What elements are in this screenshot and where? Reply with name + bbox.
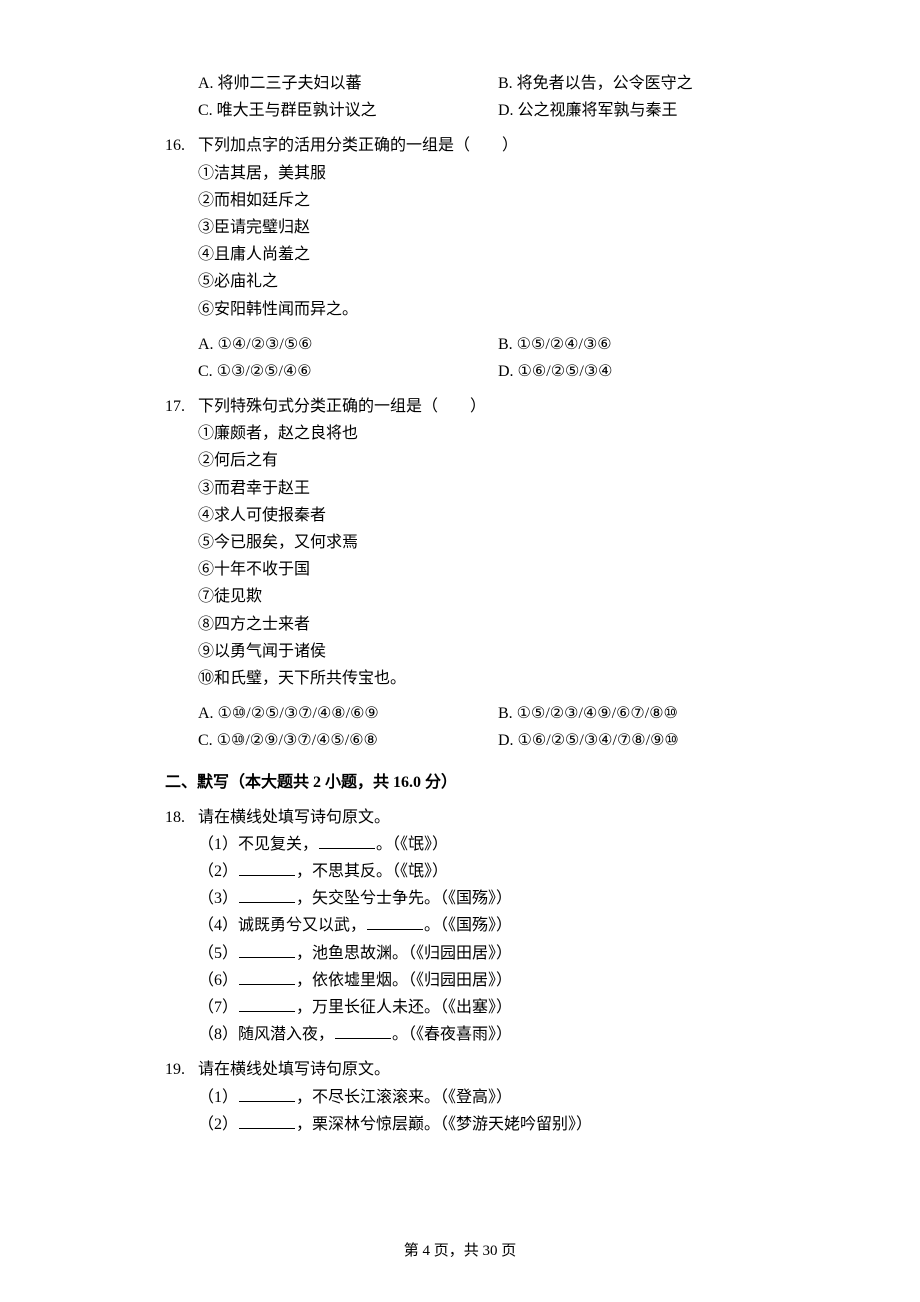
- q17-item: ③而君幸于赵王: [165, 475, 755, 502]
- q19-number: 19.: [165, 1056, 198, 1083]
- question-19: 19. 请在横线处填写诗句原文。 （1） ，不尽长江滚滚来。（《登高》） （2） ，…: [165, 1056, 755, 1138]
- page-footer: 第 4 页，共 30 页: [0, 1239, 920, 1265]
- q17-options-row-1: A. ①⑩/②⑤/③⑦/④⑧/⑥⑨ B. ①⑤/②③/④⑨/⑥⑦/⑧⑩: [165, 700, 755, 727]
- q16-options-row-2: C. ①③/②⑤/④⑥ D. ①⑥/②⑤/③④: [165, 358, 755, 385]
- line-post: ，矢交坠兮士争先。（《国殇》）: [296, 890, 512, 907]
- q16-stem: 下列加点字的活用分类正确的一组是（ ）: [198, 132, 755, 159]
- blank[interactable]: [239, 1113, 295, 1128]
- blank[interactable]: [335, 1024, 391, 1039]
- q18-line: （6） ，依依墟里烟。（《归园田居》）: [165, 967, 755, 994]
- q17-option-c: C. ①⑩/②⑨/③⑦/④⑤/⑥⑧: [165, 727, 498, 754]
- q17-item: ⑤今已服矣，又何求焉: [165, 529, 755, 556]
- footer-pre: 第: [404, 1243, 423, 1259]
- blank[interactable]: [319, 833, 375, 848]
- line-pre: （1）不见复关，: [198, 836, 318, 853]
- line-pre: （3）: [198, 890, 238, 907]
- q15-options-row-1: A. 将帅二三子夫妇以蕃 B. 将免者以告，公令医守之: [165, 70, 755, 97]
- q17-option-b: B. ①⑤/②③/④⑨/⑥⑦/⑧⑩: [498, 700, 755, 727]
- q15-option-c: C. 唯大王与群臣孰计议之: [165, 97, 498, 124]
- q16-item: ④且庸人尚羞之: [165, 241, 755, 268]
- blank[interactable]: [239, 1086, 295, 1101]
- q16-item: ⑥安阳韩性闻而异之。: [165, 296, 755, 323]
- q18-line: （1）不见复关， 。（《氓》）: [165, 831, 755, 858]
- page: A. 将帅二三子夫妇以蕃 B. 将免者以告，公令医守之 C. 唯大王与群臣孰计议…: [0, 0, 920, 1302]
- q16-option-c: C. ①③/②⑤/④⑥: [165, 358, 498, 385]
- line-post: ，不思其反。（《氓》）: [296, 863, 448, 880]
- q19-lines: （1） ，不尽长江滚滚来。（《登高》） （2） ，栗深林兮惊层巅。（《梦游天姥吟留别…: [165, 1084, 755, 1138]
- footer-post: 页: [498, 1243, 517, 1259]
- line-post: ，万里长征人未还。（《出塞》）: [296, 999, 512, 1016]
- blank[interactable]: [239, 969, 295, 984]
- q17-items: ①廉颇者，赵之良将也 ②何后之有 ③而君幸于赵王 ④求人可使报秦者 ⑤今已服矣，…: [165, 420, 755, 692]
- q18-lines: （1）不见复关， 。（《氓》） （2） ，不思其反。（《氓》） （3） ，矢交坠兮士争…: [165, 831, 755, 1049]
- line-pre: （7）: [198, 999, 238, 1016]
- footer-mid: 页，共: [430, 1243, 483, 1259]
- q16-item: ③臣请完璧归赵: [165, 214, 755, 241]
- line-post: 。（《国殇》）: [424, 917, 512, 934]
- q17-item: ⑩和氏璧，天下所共传宝也。: [165, 665, 755, 692]
- footer-total: 30: [483, 1243, 498, 1259]
- q17-item: ⑦徒见欺: [165, 583, 755, 610]
- blank[interactable]: [239, 942, 295, 957]
- q17-options-row-2: C. ①⑩/②⑨/③⑦/④⑤/⑥⑧ D. ①⑥/②⑤/③④/⑦⑧/⑨⑩: [165, 727, 755, 754]
- q16-option-b: B. ①⑤/②④/③⑥: [498, 331, 755, 358]
- footer-current: 4: [422, 1243, 430, 1259]
- q17-item: ⑥十年不收于国: [165, 556, 755, 583]
- q16-option-d: D. ①⑥/②⑤/③④: [498, 358, 755, 385]
- line-post: 。（《春夜喜雨》）: [392, 1026, 512, 1043]
- q17-item: ④求人可使报秦者: [165, 502, 755, 529]
- q17-item: ①廉颇者，赵之良将也: [165, 420, 755, 447]
- question-16: 16. 下列加点字的活用分类正确的一组是（ ） ①洁其居，美其服 ②而相如廷斥之…: [165, 132, 755, 385]
- line-pre: （2）: [198, 863, 238, 880]
- q17-option-d: D. ①⑥/②⑤/③④/⑦⑧/⑨⑩: [498, 727, 755, 754]
- q16-options-row-1: A. ①④/②③/⑤⑥ B. ①⑤/②④/③⑥: [165, 331, 755, 358]
- q15-options-row-2: C. 唯大王与群臣孰计议之 D. 公之视廉将军孰与秦王: [165, 97, 755, 124]
- line-post: ，池鱼思故渊。（《归园田居》）: [296, 945, 512, 962]
- q17-option-a: A. ①⑩/②⑤/③⑦/④⑧/⑥⑨: [165, 700, 498, 727]
- q17-stem: 下列特殊句式分类正确的一组是（ ）: [198, 393, 755, 420]
- q19-line: （2） ，栗深林兮惊层巅。（《梦游天姥吟留别》）: [165, 1111, 755, 1138]
- q17-item: ⑨以勇气闻于诸侯: [165, 638, 755, 665]
- line-pre: （6）: [198, 972, 238, 989]
- line-pre: （2）: [198, 1116, 238, 1133]
- q16-item: ②而相如廷斥之: [165, 187, 755, 214]
- line-pre: （1）: [198, 1089, 238, 1106]
- section-2-header: 二、默写（本大题共 2 小题，共 16.0 分）: [165, 769, 755, 796]
- q18-number: 18.: [165, 804, 198, 831]
- q18-line: （8）随风潜入夜， 。（《春夜喜雨》）: [165, 1021, 755, 1048]
- q18-stem: 请在横线处填写诗句原文。: [198, 804, 755, 831]
- q18-line: （7） ，万里长征人未还。（《出塞》）: [165, 994, 755, 1021]
- q16-option-a: A. ①④/②③/⑤⑥: [165, 331, 498, 358]
- line-pre: （5）: [198, 945, 238, 962]
- q19-stem: 请在横线处填写诗句原文。: [198, 1056, 755, 1083]
- q16-item: ①洁其居，美其服: [165, 160, 755, 187]
- q15-option-d: D. 公之视廉将军孰与秦王: [498, 97, 755, 124]
- blank[interactable]: [239, 997, 295, 1012]
- q16-item: ⑤必庙礼之: [165, 268, 755, 295]
- line-pre: （4）诚既勇兮又以武，: [198, 917, 366, 934]
- blank[interactable]: [367, 915, 423, 930]
- q18-line: （2） ，不思其反。（《氓》）: [165, 858, 755, 885]
- line-pre: （8）随风潜入夜，: [198, 1026, 334, 1043]
- line-post: ，栗深林兮惊层巅。（《梦游天姥吟留别》）: [296, 1116, 592, 1133]
- q19-line: （1） ，不尽长江滚滚来。（《登高》）: [165, 1084, 755, 1111]
- q17-item: ⑧四方之士来者: [165, 611, 755, 638]
- q18-line: （5） ，池鱼思故渊。（《归园田居》）: [165, 940, 755, 967]
- line-post: ，不尽长江滚滚来。（《登高》）: [296, 1089, 512, 1106]
- line-post: 。（《氓》）: [376, 836, 448, 853]
- question-18: 18. 请在横线处填写诗句原文。 （1）不见复关， 。（《氓》） （2） ，不思其反…: [165, 804, 755, 1049]
- question-17: 17. 下列特殊句式分类正确的一组是（ ） ①廉颇者，赵之良将也 ②何后之有 ③…: [165, 393, 755, 754]
- q16-items: ①洁其居，美其服 ②而相如廷斥之 ③臣请完璧归赵 ④且庸人尚羞之 ⑤必庙礼之 ⑥…: [165, 160, 755, 323]
- q15-option-b: B. 将免者以告，公令医守之: [498, 70, 755, 97]
- q18-line: （3） ，矢交坠兮士争先。（《国殇》）: [165, 885, 755, 912]
- line-post: ，依依墟里烟。（《归园田居》）: [296, 972, 512, 989]
- q18-line: （4）诚既勇兮又以武， 。（《国殇》）: [165, 912, 755, 939]
- blank[interactable]: [239, 861, 295, 876]
- q17-item: ②何后之有: [165, 447, 755, 474]
- q17-number: 17.: [165, 393, 198, 420]
- blank[interactable]: [239, 888, 295, 903]
- q15-option-a: A. 将帅二三子夫妇以蕃: [165, 70, 498, 97]
- q16-number: 16.: [165, 132, 198, 159]
